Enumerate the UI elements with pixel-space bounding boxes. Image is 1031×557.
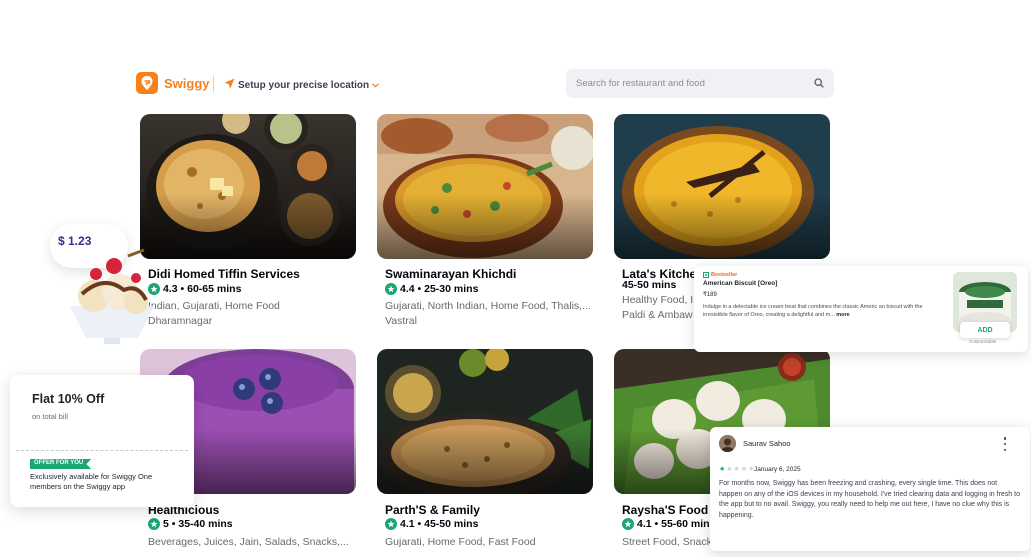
delivery-time: 35-40 mins	[178, 518, 233, 530]
review-stars: ★★★★★	[719, 465, 755, 473]
review-text: For months now, Swiggy has been freezing…	[719, 480, 1020, 519]
rating-value: 4.3	[163, 283, 178, 295]
star-icon: ★★★★	[726, 466, 756, 473]
rating-value: 4.1	[637, 518, 652, 530]
navigation-arrow-icon	[224, 78, 235, 92]
item-name: American Biscuit [Oreo]	[703, 280, 778, 287]
item-price: ₹189	[703, 292, 717, 298]
item-description-block: Indulge in a delectable ice cream treat …	[703, 303, 923, 319]
search-placeholder: Search for restaurant and food	[576, 78, 705, 89]
restaurant-cuisines: Beverages, Juices, Jain, Salads, Snacks,…	[148, 536, 349, 548]
review-date: January 6, 2025	[754, 466, 801, 473]
delivery-time: 55-60 mins	[661, 518, 716, 530]
rating-value: 4.1	[400, 518, 415, 530]
restaurant-image[interactable]	[614, 114, 830, 259]
add-button[interactable]: ADD	[960, 322, 1010, 338]
star-icon	[622, 518, 634, 530]
delivery-time: 45-50 mins	[622, 279, 677, 291]
star-icon	[148, 518, 160, 530]
search-input[interactable]: Search for restaurant and food	[566, 69, 834, 98]
customisable-label: Customisable	[969, 339, 997, 344]
offer-divider	[16, 450, 188, 451]
restaurant-meta: 45-50 mins	[622, 279, 676, 291]
delivery-time: 60-65 mins	[187, 283, 242, 295]
veg-icon	[703, 272, 709, 278]
delivery-time: 25-30 mins	[424, 283, 479, 295]
star-icon	[385, 283, 397, 295]
item-description: Indulge in a delectable ice cream treat …	[703, 304, 923, 318]
restaurant-cuisines: Gujarati, North Indian, Home Food, Thali…	[385, 300, 591, 312]
restaurant-name[interactable]: Raysha'S Food	[622, 503, 708, 517]
bestseller-label: Bestseller	[711, 272, 738, 278]
brand-name: Swiggy	[164, 75, 210, 91]
swiggy-logo-icon	[136, 72, 158, 94]
location-selector[interactable]: Setup your precise location	[224, 78, 380, 92]
offer-description: Exclusively available for Swiggy One mem…	[30, 472, 153, 491]
search-icon[interactable]	[814, 75, 824, 93]
restaurant-meta: 4.3 • 60-65 mins	[148, 283, 241, 295]
more-link[interactable]: more	[836, 312, 849, 318]
restaurant-image[interactable]	[140, 114, 356, 259]
restaurant-image[interactable]	[377, 349, 593, 494]
restaurant-cuisines: Gujarati, Home Food, Fast Food	[385, 536, 536, 548]
star-icon	[385, 518, 397, 530]
restaurant-cuisines: Indian, Gujarati, Home Food	[148, 300, 280, 312]
menu-item-card[interactable]: Bestseller American Biscuit [Oreo] ₹189 …	[694, 266, 1028, 352]
swiggy-logo[interactable]: Swiggy	[136, 72, 210, 94]
location-label: Setup your precise location	[238, 79, 370, 91]
offer-subtitle: on total bill	[32, 412, 68, 421]
restaurant-meta: 5 • 35-40 mins	[148, 518, 233, 530]
offer-title: Flat 10% Off	[32, 392, 105, 406]
chevron-down-icon	[372, 80, 380, 91]
review-card: Saurav Sahoo ★★★★★ January 6, 2025 For m…	[710, 427, 1030, 551]
restaurant-meta: 4.1 • 45-50 mins	[385, 518, 478, 530]
reviewer-name: Saurav Sahoo	[743, 439, 791, 448]
delivery-time: 45-50 mins	[424, 518, 479, 530]
restaurant-area: Vastral	[385, 315, 417, 327]
restaurant-name[interactable]: Didi Homed Tiffin Services	[148, 267, 300, 281]
avatar	[719, 435, 736, 452]
more-vertical-icon[interactable]	[1001, 437, 1009, 451]
sundae-image	[64, 244, 160, 348]
restaurant-cuisines: Healthy Food, I	[622, 294, 694, 306]
restaurant-image[interactable]	[377, 114, 593, 259]
offer-card[interactable]: Flat 10% Off on total bill OFFER FOR YOU…	[10, 375, 194, 507]
restaurant-area: Paldi & Ambaw	[622, 309, 693, 321]
restaurant-name[interactable]: Swaminarayan Khichdi	[385, 267, 516, 281]
restaurant-meta: 4.4 • 25-30 mins	[385, 283, 478, 295]
restaurant-meta: 4.1 • 55-60 mins	[622, 518, 715, 530]
bestseller-badge: Bestseller	[703, 272, 737, 278]
header-divider	[213, 76, 214, 92]
rating-value: 4.4	[400, 283, 415, 295]
restaurant-name[interactable]: Parth'S & Family	[385, 503, 480, 517]
offer-tag: OFFER FOR YOU	[30, 459, 92, 469]
